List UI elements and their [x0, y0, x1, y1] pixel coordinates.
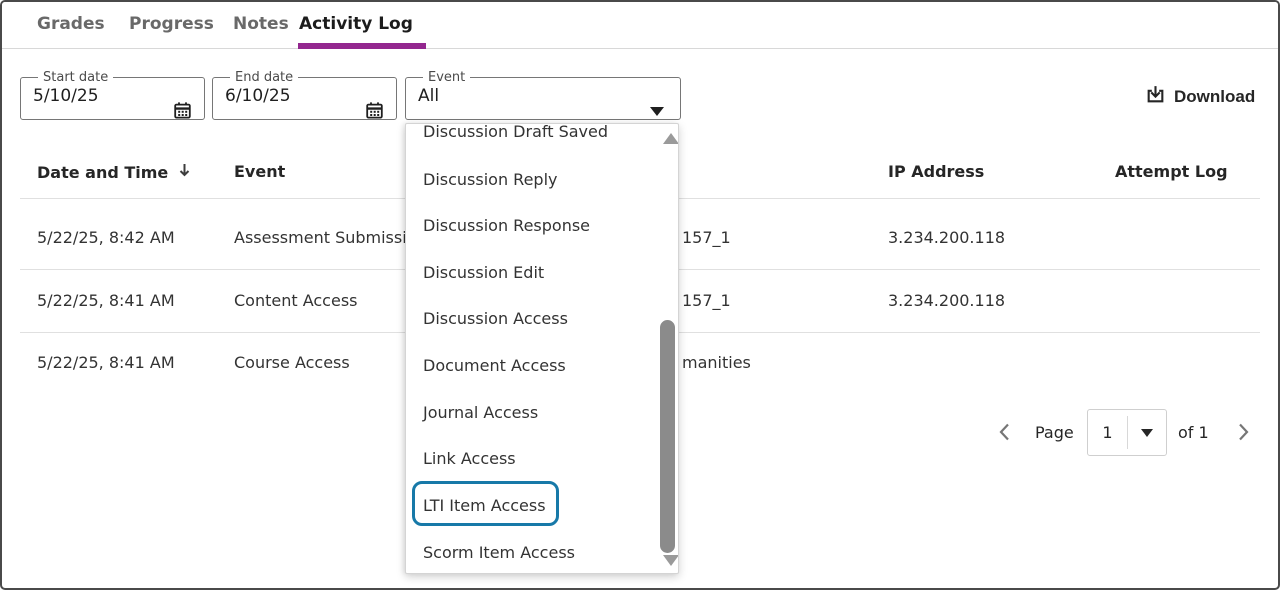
event-select[interactable]: Event All: [405, 70, 681, 120]
page-count-label: of 1: [1178, 423, 1209, 442]
column-header-ip-address: IP Address: [888, 162, 984, 181]
download-label: Download: [1174, 87, 1255, 107]
end-date-value[interactable]: 6/10/25: [225, 86, 384, 106]
dropdown-option-link-access[interactable]: Link Access: [406, 447, 646, 471]
tab-notes[interactable]: Notes: [233, 2, 289, 49]
activity-log-screen: Grades Progress Notes Activity Log Start…: [0, 0, 1280, 590]
cell-datetime: 5/22/25, 8:41 AM: [37, 353, 175, 372]
cell-item-fragment: 157_1: [682, 228, 731, 247]
event-select-value[interactable]: All: [418, 86, 668, 106]
dropdown-option-lti-item-access[interactable]: LTI Item Access: [406, 494, 646, 518]
active-tab-underline: [298, 43, 426, 49]
scroll-up-icon[interactable]: [663, 133, 679, 144]
previous-page-icon[interactable]: [994, 421, 1016, 443]
tab-activity-log[interactable]: Activity Log: [299, 2, 413, 49]
cell-ip: 3.234.200.118: [888, 291, 1005, 310]
dropdown-option-discussion-edit[interactable]: Discussion Edit: [406, 261, 646, 285]
cell-item-fragment: manities: [682, 353, 751, 372]
calendar-icon[interactable]: [173, 101, 192, 124]
download-icon: [1145, 84, 1166, 110]
page-label: Page: [1035, 423, 1074, 442]
event-select-label: Event: [423, 70, 470, 85]
calendar-icon[interactable]: [365, 101, 384, 124]
tab-grades[interactable]: Grades: [37, 2, 105, 49]
cell-event: Course Access: [234, 353, 350, 372]
tab-progress[interactable]: Progress: [129, 2, 214, 49]
start-date-field[interactable]: Start date 5/10/25: [20, 70, 205, 120]
dropdown-option-scorm-item-access[interactable]: Scorm Item Access: [406, 541, 646, 565]
scroll-down-icon[interactable]: [663, 555, 679, 566]
cell-datetime: 5/22/25, 8:41 AM: [37, 291, 175, 310]
dropdown-option-discussion-response[interactable]: Discussion Response: [406, 214, 646, 238]
cell-event: Content Access: [234, 291, 358, 310]
column-header-attempt-log: Attempt Log: [1115, 162, 1228, 181]
download-button[interactable]: Download: [1145, 82, 1255, 112]
cell-ip: 3.234.200.118: [888, 228, 1005, 247]
tab-bar: Grades Progress Notes Activity Log: [2, 2, 1278, 49]
end-date-field[interactable]: End date 6/10/25: [212, 70, 397, 120]
chevron-down-icon[interactable]: [650, 107, 664, 116]
page-select[interactable]: 1: [1087, 409, 1167, 456]
cell-item-fragment: 157_1: [682, 291, 731, 310]
dropdown-option-journal-access[interactable]: Journal Access: [406, 401, 646, 425]
start-date-label: Start date: [38, 70, 113, 85]
column-header-date-time[interactable]: Date and Time: [37, 162, 192, 182]
dropdown-option-document-access[interactable]: Document Access: [406, 354, 646, 378]
page-select-divider: [1127, 416, 1128, 449]
end-date-label: End date: [230, 70, 298, 85]
next-page-icon[interactable]: [1232, 421, 1254, 443]
dropdown-option-discussion-draft-saved[interactable]: Discussion Draft Saved: [406, 123, 646, 144]
start-date-value[interactable]: 5/10/25: [33, 86, 192, 106]
cell-event: Assessment Submission: [234, 228, 427, 247]
dropdown-option-discussion-reply[interactable]: Discussion Reply: [406, 168, 646, 192]
scrollbar-thumb[interactable]: [660, 320, 675, 553]
event-dropdown-panel: Discussion Draft Saved Discussion Reply …: [405, 123, 679, 574]
sort-descending-icon: [177, 162, 192, 182]
dropdown-option-discussion-access[interactable]: Discussion Access: [406, 307, 646, 331]
current-page-value: 1: [1088, 423, 1127, 442]
chevron-down-icon: [1141, 429, 1153, 437]
cell-datetime: 5/22/25, 8:42 AM: [37, 228, 175, 247]
date-time-header-label: Date and Time: [37, 163, 168, 182]
column-header-event: Event: [234, 162, 285, 181]
